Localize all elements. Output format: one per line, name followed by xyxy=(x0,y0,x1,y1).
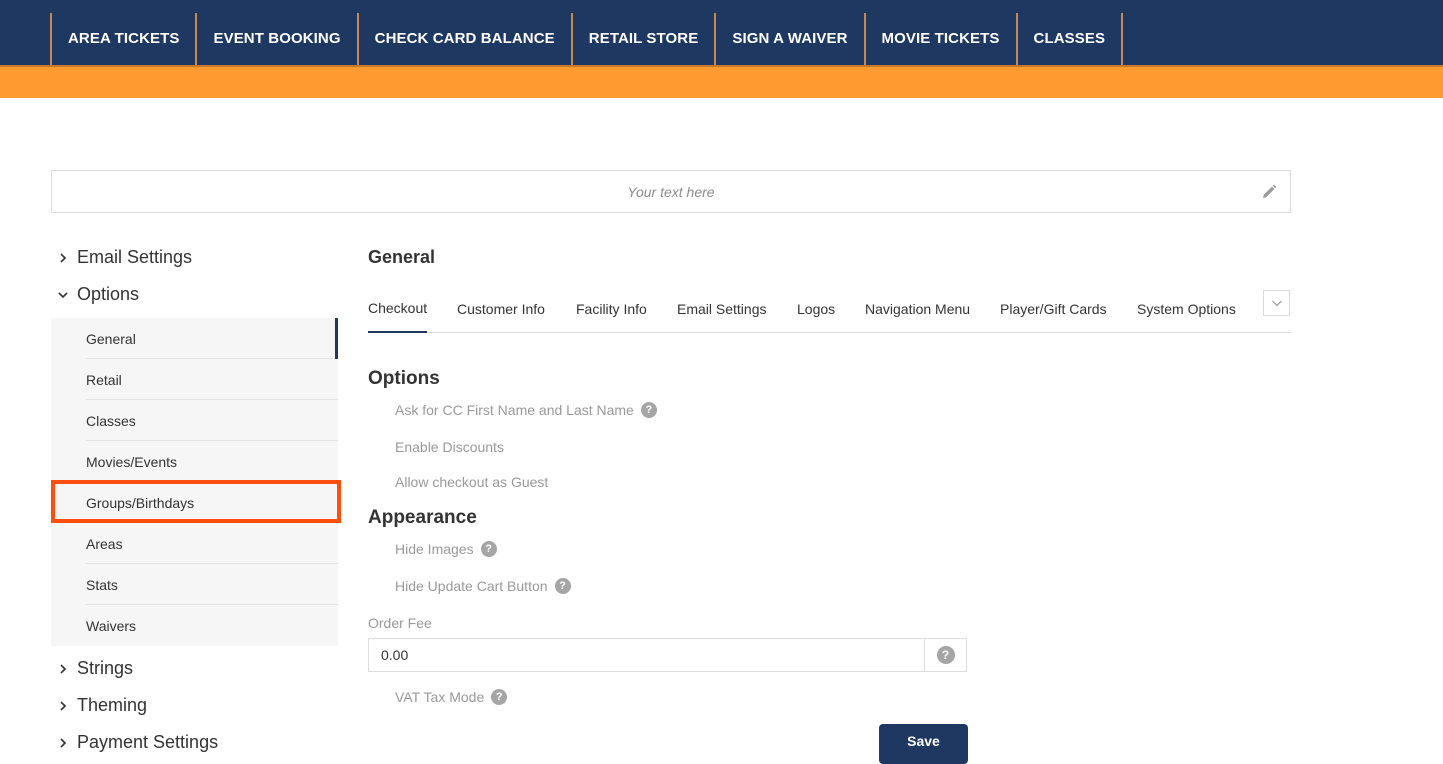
help-icon[interactable]: ? xyxy=(480,541,497,557)
nav-classes[interactable]: CLASSES xyxy=(1015,13,1124,65)
tab-player-gift-cards[interactable]: Player/Gift Cards xyxy=(1000,285,1107,332)
options-heading: Options xyxy=(368,368,440,389)
nav-event-booking[interactable]: EVENT BOOKING xyxy=(195,13,356,65)
sidebar-section-theming[interactable]: Theming xyxy=(57,695,147,716)
top-navigation: AREA TICKETS EVENT BOOKING CHECK CARD BA… xyxy=(0,0,1443,65)
nav-area-tickets[interactable]: AREA TICKETS xyxy=(50,13,195,65)
chevron-down-icon xyxy=(58,291,68,298)
chevron-right-icon xyxy=(60,700,67,711)
sidebar-section-options[interactable]: Options xyxy=(57,284,139,305)
help-icon[interactable]: ? xyxy=(554,578,571,594)
sidebar-section-strings[interactable]: Strings xyxy=(57,658,133,679)
sidebar-section-label: Strings xyxy=(77,658,134,678)
order-fee-help-addon: ? xyxy=(924,639,966,671)
chevron-right-icon xyxy=(60,663,67,674)
option-guest-checkout[interactable]: Allow checkout as Guest xyxy=(395,474,548,490)
order-fee-input-group: 0.00 ? xyxy=(368,638,967,672)
tab-facility-info[interactable]: Facility Info xyxy=(576,285,647,332)
nav-retail-store[interactable]: RETAIL STORE xyxy=(570,13,715,65)
sidebar-item-general[interactable]: General xyxy=(51,318,338,359)
option-label: Hide Update Cart Button xyxy=(395,578,548,594)
sidebar-section-label: Email Settings xyxy=(77,247,193,267)
help-icon[interactable]: ? xyxy=(491,689,508,705)
sidebar-item-label: General xyxy=(86,330,136,347)
nav-check-card-balance[interactable]: CHECK CARD BALANCE xyxy=(356,13,571,65)
order-fee-label: Order Fee xyxy=(368,615,432,631)
highlight-box xyxy=(51,480,341,523)
sidebar-item-retail[interactable]: Retail xyxy=(51,359,338,400)
option-label: Enable Discounts xyxy=(395,439,504,455)
nav-sign-a-waiver[interactable]: SIGN A WAIVER xyxy=(714,13,863,65)
option-hide-images[interactable]: Hide Images ? xyxy=(395,541,497,557)
option-enable-discounts[interactable]: Enable Discounts xyxy=(395,439,504,455)
sidebar-item-areas[interactable]: Areas xyxy=(51,523,338,564)
page-title: General xyxy=(368,247,436,267)
pencil-icon[interactable] xyxy=(1260,183,1278,201)
sidebar-item-label: Stats xyxy=(86,576,118,593)
accent-bar xyxy=(0,65,1443,98)
option-vat-tax-mode[interactable]: VAT Tax Mode ? xyxy=(395,689,508,705)
appearance-heading: Appearance xyxy=(368,507,477,528)
sidebar-section-label: Theming xyxy=(77,695,148,715)
option-label: Allow checkout as Guest xyxy=(395,474,549,490)
tab-customer-info[interactable]: Customer Info xyxy=(457,285,545,332)
sidebar-section-label: Payment Settings xyxy=(77,732,219,752)
more-tabs-button[interactable] xyxy=(1263,290,1290,316)
help-icon[interactable]: ? xyxy=(936,646,955,664)
help-icon[interactable]: ? xyxy=(640,402,657,418)
text-banner[interactable]: Your text here xyxy=(51,170,1291,213)
save-button[interactable]: Save xyxy=(879,724,968,764)
sidebar-item-label: Classes xyxy=(86,412,136,429)
nav-movie-tickets[interactable]: MOVIE TICKETS xyxy=(863,13,1016,65)
sidebar-item-movies-events[interactable]: Movies/Events xyxy=(51,441,338,482)
sidebar-section-email-settings[interactable]: Email Settings xyxy=(57,247,192,268)
sidebar-item-label: Movies/Events xyxy=(86,453,178,470)
chevron-right-icon xyxy=(60,737,67,748)
option-label: Ask for CC First Name and Last Name xyxy=(395,402,634,418)
tab-navigation-menu[interactable]: Navigation Menu xyxy=(865,285,970,332)
option-cc-name[interactable]: Ask for CC First Name and Last Name ? xyxy=(395,402,657,418)
banner-placeholder: Your text here xyxy=(627,183,715,200)
order-fee-input[interactable]: 0.00 xyxy=(369,639,924,671)
option-label: Hide Images xyxy=(395,541,474,557)
sidebar-item-label: Retail xyxy=(86,371,122,388)
sidebar-item-label: Areas xyxy=(86,535,123,552)
sidebar-section-label: Options xyxy=(77,284,140,304)
tab-checkout[interactable]: Checkout xyxy=(368,285,428,333)
tab-system-options[interactable]: System Options xyxy=(1137,285,1236,332)
sidebar-item-label: Waivers xyxy=(86,617,137,634)
sidebar-item-waivers[interactable]: Waivers xyxy=(51,605,338,646)
option-hide-update-cart[interactable]: Hide Update Cart Button ? xyxy=(395,578,571,594)
chevron-right-icon xyxy=(60,252,67,263)
sidebar-section-payment-settings[interactable]: Payment Settings xyxy=(57,732,218,753)
tab-email-settings[interactable]: Email Settings xyxy=(677,285,766,332)
chevron-down-icon xyxy=(1271,300,1282,307)
option-label: VAT Tax Mode xyxy=(395,689,485,705)
tab-logos[interactable]: Logos xyxy=(797,285,835,332)
top-menu: AREA TICKETS EVENT BOOKING CHECK CARD BA… xyxy=(50,13,1124,65)
sidebar-item-stats[interactable]: Stats xyxy=(51,564,338,605)
sidebar-item-classes[interactable]: Classes xyxy=(51,400,338,441)
settings-tabs: Checkout Customer Info Facility Info Ema… xyxy=(368,285,1291,333)
